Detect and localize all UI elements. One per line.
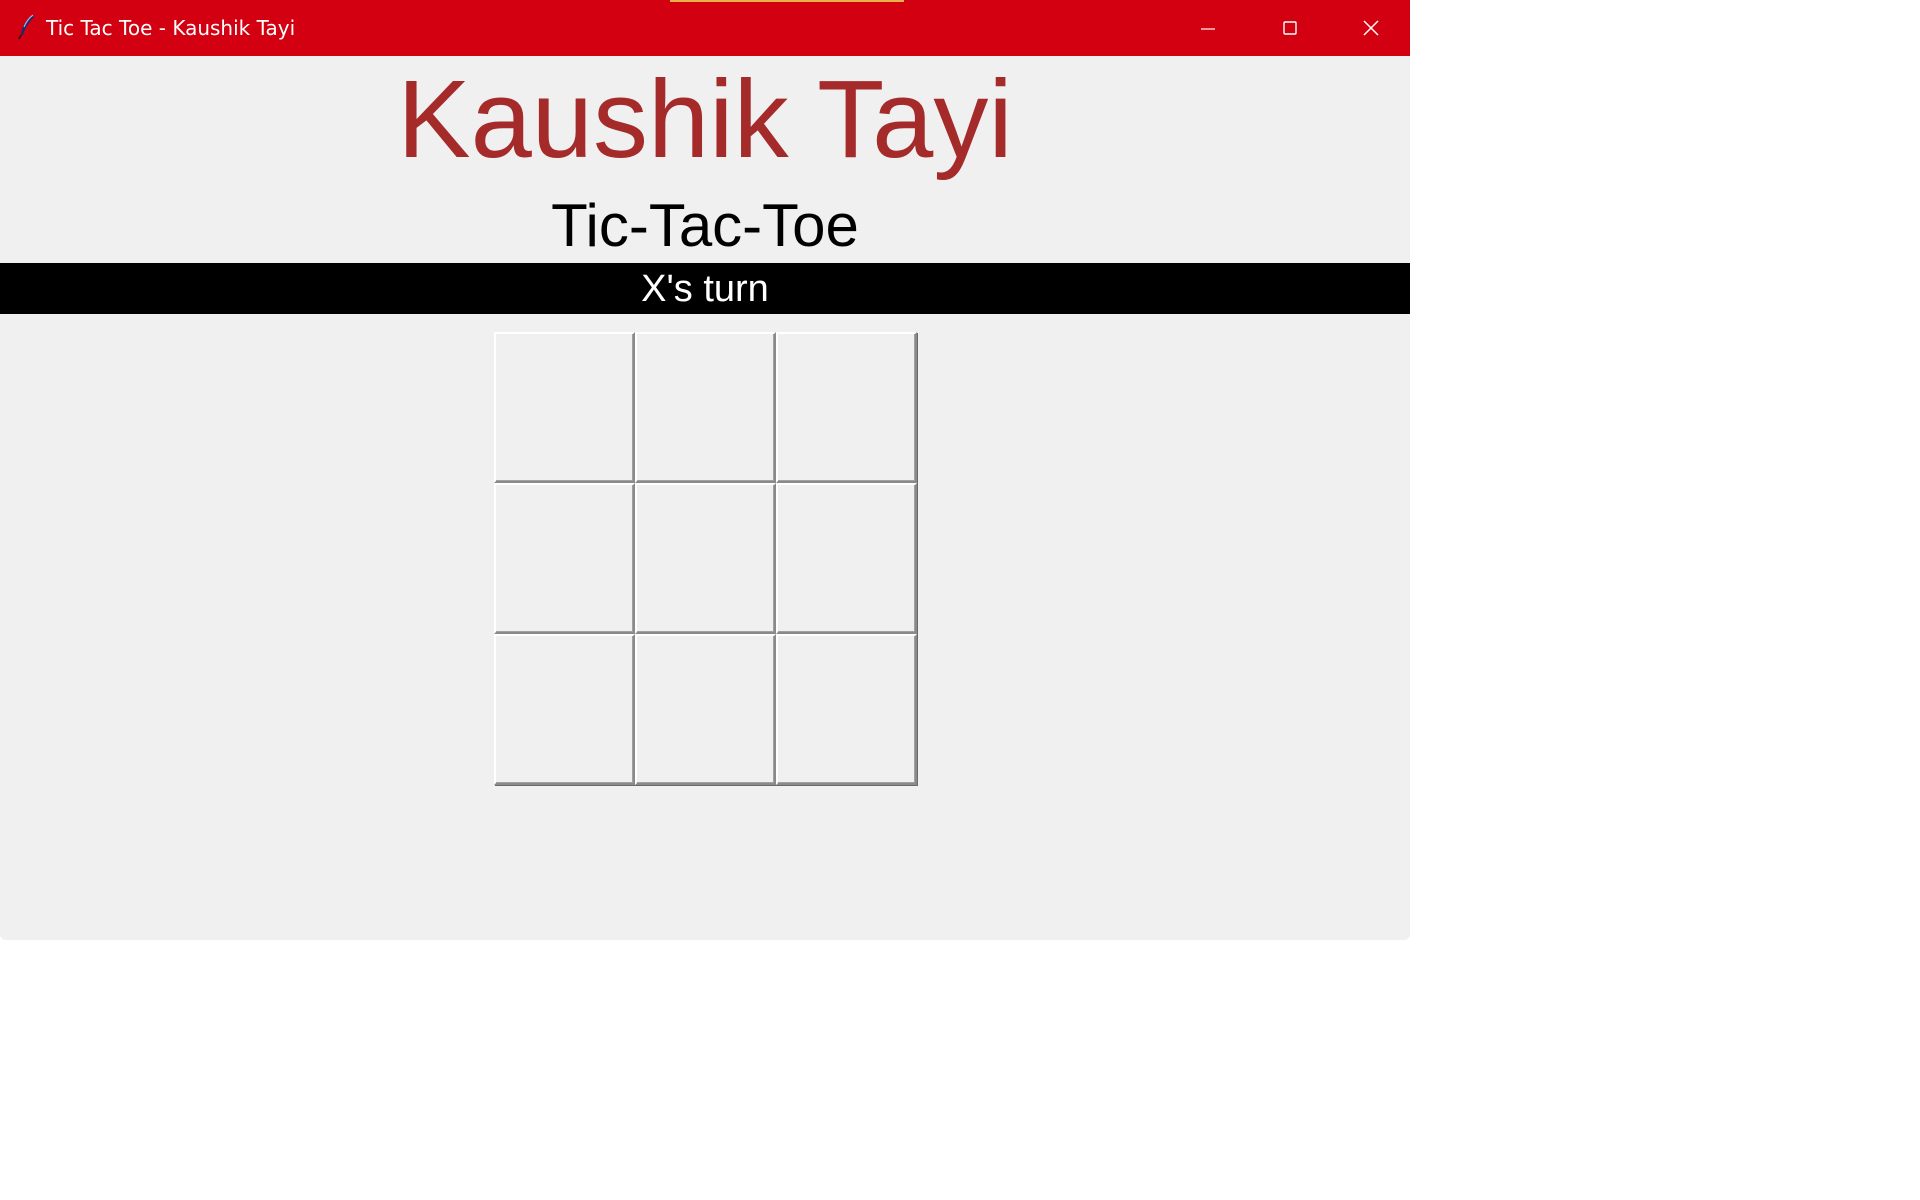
board-cell-3-2[interactable] xyxy=(635,634,776,785)
maximize-icon xyxy=(1283,21,1297,35)
board-cell-2-2[interactable] xyxy=(635,483,776,634)
title-bar-accent xyxy=(670,0,904,2)
feather-icon xyxy=(18,14,36,40)
close-icon xyxy=(1363,20,1379,36)
board-cell-3-3[interactable] xyxy=(776,634,917,785)
close-button[interactable] xyxy=(1330,0,1410,56)
window-title: Tic Tac Toe - Kaushik Tayi xyxy=(46,16,296,40)
game-board xyxy=(494,332,917,786)
board-cell-2-3[interactable] xyxy=(776,483,917,634)
minimize-button[interactable] xyxy=(1167,0,1249,56)
minimize-icon xyxy=(1201,28,1215,30)
board-cell-3-1[interactable] xyxy=(494,634,635,785)
maximize-button[interactable] xyxy=(1249,0,1331,56)
title-bar[interactable]: Tic Tac Toe - Kaushik Tayi xyxy=(0,0,1410,56)
board-cell-2-1[interactable] xyxy=(494,483,635,634)
board-cell-1-1[interactable] xyxy=(494,332,635,483)
board-cell-1-3[interactable] xyxy=(776,332,917,483)
app-window: Tic Tac Toe - Kaushik Tayi Kaushik Tayi … xyxy=(0,0,1410,940)
board-cell-1-2[interactable] xyxy=(635,332,776,483)
author-name-heading: Kaushik Tayi xyxy=(397,58,1013,181)
game-title: Tic-Tac-Toe xyxy=(551,192,859,259)
turn-status-bar: X's turn xyxy=(0,263,1410,314)
